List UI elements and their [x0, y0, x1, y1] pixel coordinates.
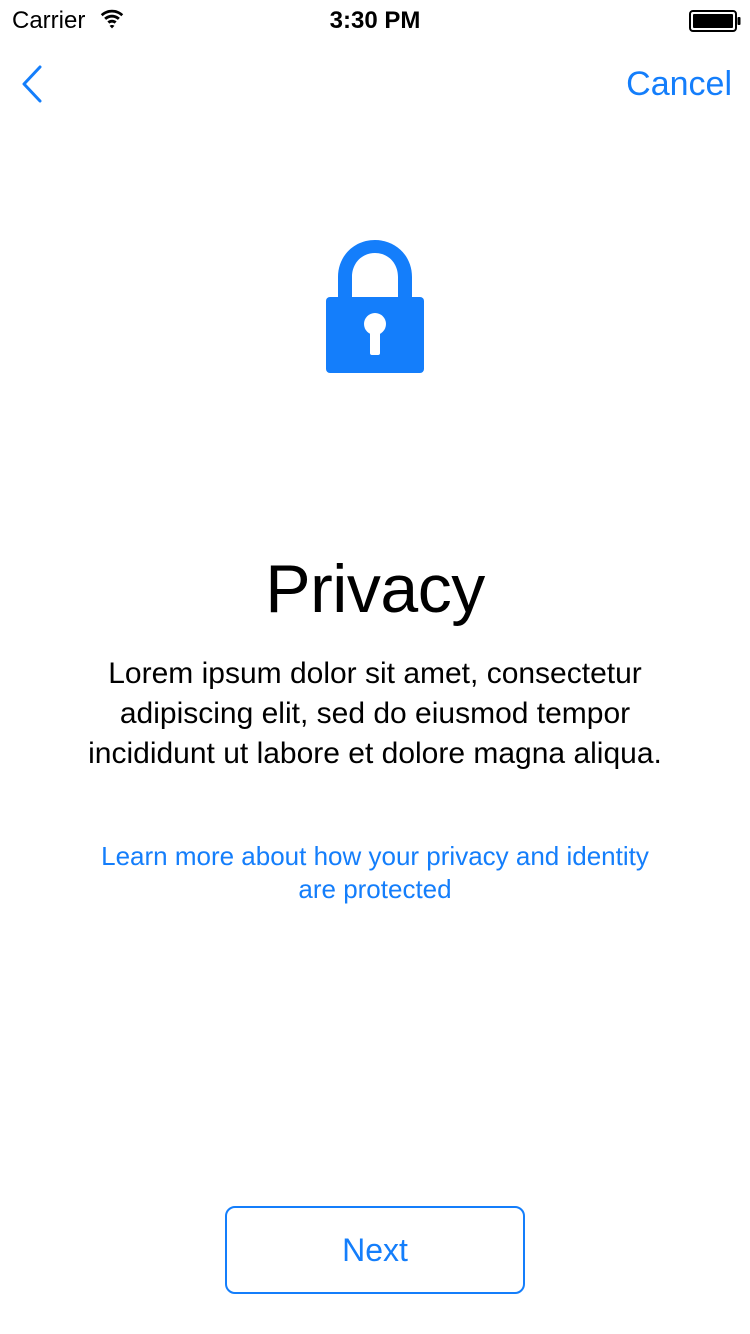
back-button[interactable] [20, 60, 68, 108]
privacy-screen: Carrier 3:30 PM Cancel Privacy Lorem ips… [0, 0, 750, 1334]
lock-icon [325, 240, 425, 375]
page-title: Privacy [265, 551, 485, 627]
battery-full-icon [689, 10, 741, 32]
next-button[interactable]: Next [225, 1206, 525, 1294]
cancel-button[interactable]: Cancel [626, 64, 732, 104]
description-text: Lorem ipsum dolor sit amet, consectetur … [88, 657, 662, 770]
clock: 3:30 PM [329, 7, 421, 34]
learn-more-link[interactable]: Learn more about how your privacy and id… [95, 840, 655, 906]
status-bar: Carrier 3:30 PM [0, 0, 750, 40]
chevron-left-icon [22, 65, 42, 103]
